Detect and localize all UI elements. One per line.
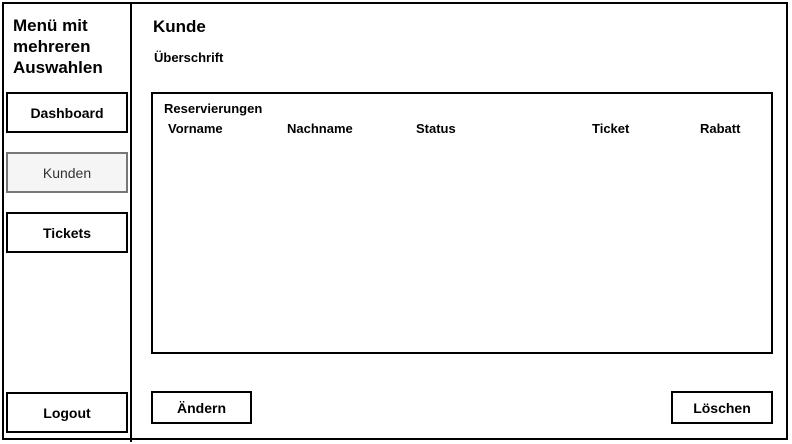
- edit-button[interactable]: Ändern: [151, 391, 252, 424]
- column-header-ticket: Ticket: [592, 121, 630, 136]
- sidebar-item-kunden[interactable]: Kunden: [6, 152, 128, 193]
- column-header-rabatt: Rabatt: [700, 121, 741, 136]
- page-subtitle: Überschrift: [154, 50, 224, 65]
- sidebar-item-dashboard[interactable]: Dashboard: [6, 92, 128, 133]
- menu-title: Menü mit mehreren Auswahlen: [13, 16, 103, 77]
- sidebar-item-tickets[interactable]: Tickets: [6, 212, 128, 253]
- panel-title: Reservierungen: [164, 101, 263, 116]
- column-header-vorname: Vorname: [168, 121, 223, 136]
- sidebar: Menü mit mehreren Auswahlen Dashboard Ku…: [2, 2, 132, 442]
- delete-button[interactable]: Löschen: [671, 391, 773, 424]
- column-header-nachname: Nachname: [287, 121, 353, 136]
- column-header-status: Status: [416, 121, 456, 136]
- logout-button[interactable]: Logout: [6, 392, 128, 433]
- page-title: Kunde: [153, 17, 206, 36]
- reservations-panel: Reservierungen Vorname Nachname Status T…: [151, 92, 773, 354]
